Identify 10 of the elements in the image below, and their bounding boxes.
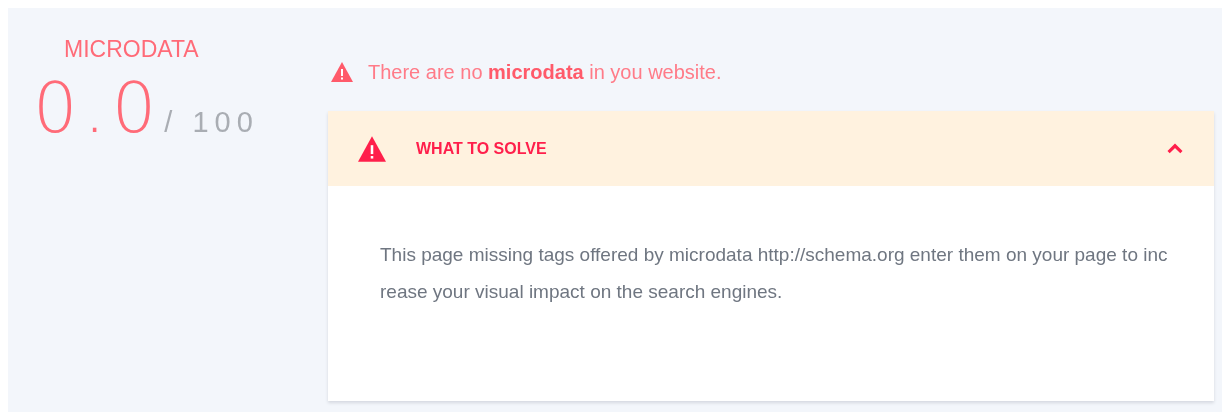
score-max: / 100	[164, 106, 259, 139]
panel-text: This page missing tags offered by microdata http://schema.org enter them on your page to increase your visual impact on the search engines.	[380, 243, 1169, 304]
warning-icon	[330, 61, 354, 83]
score-label: MICRODATA	[64, 36, 200, 63]
score-value: 0.0	[33, 67, 163, 149]
panel-header[interactable]: WHAT TO SOLVE	[328, 111, 1214, 186]
alert-message: There are no microdata in you website.	[368, 60, 722, 84]
chevron-icon[interactable]	[1166, 142, 1184, 155]
panel-title: WHAT TO SOLVE	[416, 139, 548, 158]
warning-icon	[356, 134, 388, 163]
